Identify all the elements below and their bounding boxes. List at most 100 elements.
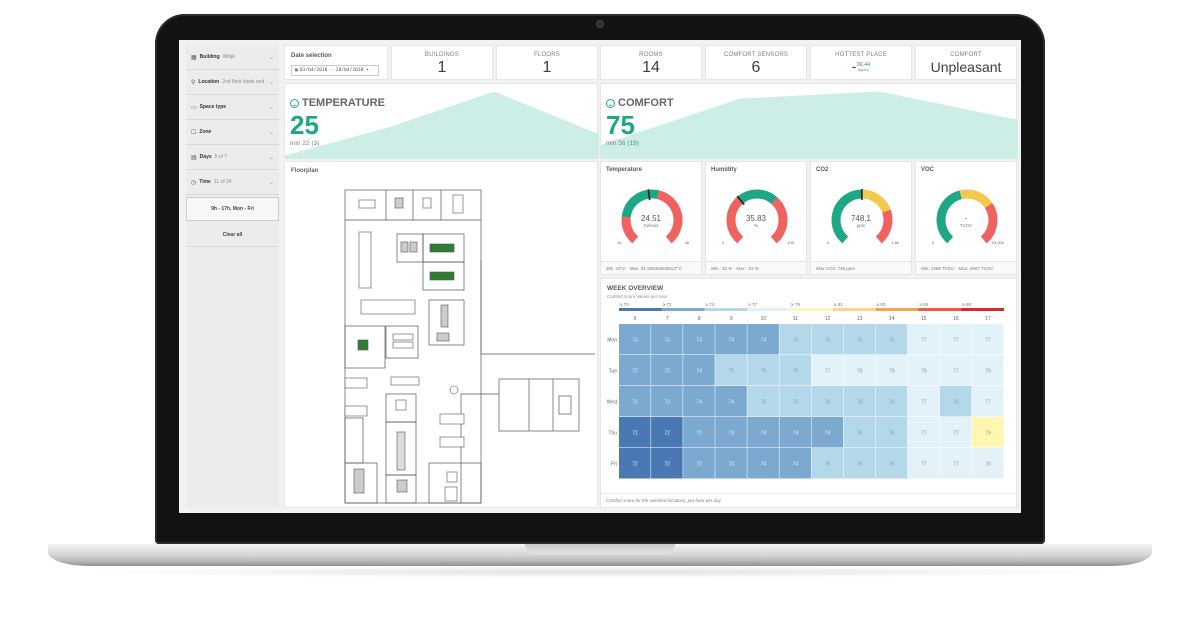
heatmap-cell-label: 74 bbox=[696, 400, 702, 406]
hottest-sub: highest bbox=[857, 68, 869, 72]
heatmap-cell-label: 74 bbox=[793, 431, 799, 437]
gauge-min: 0 bbox=[722, 240, 725, 245]
heatmap-cell-label: 76 bbox=[825, 338, 831, 344]
gauge-temperature: Temperature 24.51 Celsius 15 35 Min :19°… bbox=[600, 161, 702, 275]
filter-value: 2nd floor kiosk and ... bbox=[222, 79, 268, 85]
monitor-icon: ▭ bbox=[191, 104, 197, 111]
kpi-label: COMFORT bbox=[950, 52, 982, 58]
preset-hours-button[interactable]: 9h - 17h, Mon - Fri bbox=[186, 197, 279, 221]
clear-all-button[interactable]: Clear all bbox=[186, 223, 279, 247]
heatmap-x-tick: 14 bbox=[889, 316, 895, 322]
heatmap-cell-label: 72 bbox=[696, 431, 702, 437]
filter-label: Building bbox=[199, 54, 220, 60]
heatmap-y-tick: Fri bbox=[611, 462, 617, 468]
heatmap-cell-label: 72 bbox=[632, 462, 638, 468]
heatmap-cell-label: 74 bbox=[761, 462, 767, 468]
building-icon: ▦ bbox=[191, 54, 197, 61]
smiley-icon bbox=[606, 98, 615, 108]
gauge-title: VOC bbox=[921, 167, 935, 173]
legend-swatch bbox=[704, 308, 748, 311]
heatmap-x-tick: 13 bbox=[857, 316, 863, 322]
filter-days[interactable]: ▤ Days 5 of 7 ⌄ bbox=[186, 145, 279, 170]
heatmap-cell-label: 78 bbox=[985, 462, 991, 468]
kpi-value: 14 bbox=[642, 59, 660, 76]
location-pin-icon: ⚲ bbox=[191, 79, 196, 86]
heatmap-cell-label: 73 bbox=[664, 369, 670, 375]
heatmap-cell-label: 76 bbox=[825, 462, 831, 468]
heatmap-cell-label: 74 bbox=[696, 369, 702, 375]
legend-label: ≥ 74 bbox=[706, 302, 715, 307]
kpi-hottest-place: HOTTEST PLACE - 36.44 highest bbox=[810, 45, 912, 80]
gauge-band-teal bbox=[736, 189, 778, 205]
gauge-min: 15 bbox=[617, 240, 622, 245]
temperature-trend-area bbox=[285, 91, 599, 159]
chevron-down-icon: ⌄ bbox=[268, 104, 274, 111]
filter-label: Days bbox=[199, 154, 212, 160]
heatmap-cell-label: 72 bbox=[632, 369, 638, 375]
gauge-max: 1.5k bbox=[891, 240, 899, 245]
temperature-value: 25 bbox=[290, 110, 319, 140]
heatmap-cell-label: 77 bbox=[985, 400, 991, 406]
comfort-kpi-panel: COMFORT 75 min 56 (19) bbox=[600, 83, 1018, 159]
heatmap-cell-label: 78 bbox=[985, 369, 991, 375]
kpi-value: 1 bbox=[542, 59, 552, 76]
comfort-value: 75 bbox=[606, 110, 635, 140]
week-overview-footer: Comfort score for the selected locations… bbox=[601, 493, 1016, 507]
filter-time[interactable]: ◷ Time 11 of 24 ⌄ bbox=[186, 170, 279, 195]
heatmap-cell-label: 76 bbox=[761, 369, 767, 375]
floorplan-map[interactable] bbox=[285, 162, 599, 509]
gauge-title: CO2 bbox=[816, 167, 829, 173]
heatmap-cell-label: 76 bbox=[857, 431, 863, 437]
gauge-min: 0 bbox=[932, 240, 935, 245]
heatmap-cell-label: 76 bbox=[793, 369, 799, 375]
comfort-trend-area bbox=[601, 91, 1018, 159]
legend-swatch bbox=[918, 308, 962, 311]
date-range-picker[interactable]: ▦ 03/04/2018 - 28/04/2018 ▾ bbox=[291, 65, 379, 76]
heatmap-cell-label: 77 bbox=[953, 338, 959, 344]
heatmap-cell-label: 73 bbox=[729, 431, 735, 437]
filter-space-type[interactable]: ▭ Space type ⌄ bbox=[186, 95, 279, 120]
heatmap-cell-label: 77 bbox=[921, 400, 927, 406]
floorplan-panel: Floorplan bbox=[284, 161, 598, 508]
kpi-value: 1 bbox=[437, 59, 447, 76]
kpi-comfort-sensors: COMFORT SENSORS 6 bbox=[705, 45, 807, 80]
chevron-down-icon: ⌄ bbox=[268, 179, 274, 186]
kpi-label: BUILDINGS bbox=[424, 52, 460, 58]
legend-label: ≥ 83 bbox=[877, 302, 886, 307]
gauge-title: Temperature bbox=[606, 167, 642, 173]
gauge-unit: Celsius bbox=[643, 223, 659, 228]
smiley-icon bbox=[290, 98, 299, 108]
filter-label: Location bbox=[198, 79, 220, 85]
kpi-rooms: ROOMS 14 bbox=[600, 45, 702, 80]
heatmap-y-tick: Wed bbox=[607, 400, 617, 406]
legend-swatch bbox=[619, 308, 662, 311]
heatmap-chart: ≥ 70 ≥ 72 ≥ 74 ≥ 77 ≥ 79 ≥ 81 ≥ 83 ≥ 86 ≥ 886 7 8 9… bbox=[607, 302, 1004, 479]
chevron-down-icon: ⌄ bbox=[268, 54, 274, 61]
filter-value: 5 of 7 bbox=[214, 154, 228, 160]
gauge-max: 15,000 bbox=[991, 240, 1004, 245]
min-label: min 56 ( bbox=[606, 140, 630, 147]
filter-building[interactable]: ▦ Building Winjk ⌄ bbox=[186, 45, 279, 70]
heatmap-cell-label: 73 bbox=[632, 400, 638, 406]
filter-zone[interactable]: ☐ Zone ⌄ bbox=[186, 120, 279, 145]
filter-label: Zone bbox=[199, 129, 212, 135]
legend-swatch bbox=[961, 308, 1004, 311]
heatmap-cell-label: 78 bbox=[921, 369, 927, 375]
heatmap-y-tick: Tue bbox=[609, 369, 618, 375]
calendar-icon: ▦ bbox=[295, 68, 298, 73]
legend-label: ≥ 86 bbox=[919, 302, 928, 307]
temperature-min: min 22 (3) bbox=[290, 140, 319, 147]
kpi-buildings: BUILDINGS 1 bbox=[391, 45, 493, 80]
gauge-max: 35 bbox=[684, 240, 689, 245]
heatmap-x-tick: 15 bbox=[921, 316, 927, 322]
comfort-min: min 56 (19) bbox=[606, 140, 639, 147]
heatmap-cell-label: 73 bbox=[664, 338, 670, 344]
gauge-footer: Min :19°C - Max :31.558464638127°C bbox=[601, 261, 701, 274]
legend-label: ≥ 88 bbox=[962, 302, 971, 307]
min-suffix: ) bbox=[317, 140, 320, 147]
heatmap-x-tick: 17 bbox=[985, 316, 991, 322]
filter-label: Space type bbox=[199, 104, 227, 110]
legend-label: ≥ 81 bbox=[834, 302, 843, 307]
heatmap-cell-label: 73 bbox=[632, 338, 638, 344]
filter-location[interactable]: ⚲ Location 2nd floor kiosk and ... ⌄ bbox=[186, 70, 279, 95]
